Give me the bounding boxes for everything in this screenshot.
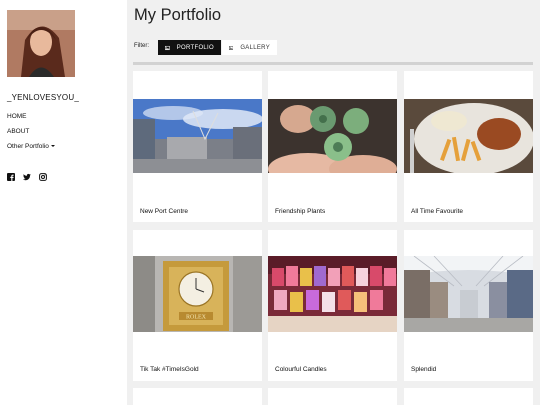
portfolio-card[interactable]: Splendid — [404, 230, 533, 381]
nav-about[interactable]: ABOUT — [7, 128, 55, 143]
filter-divider — [133, 62, 533, 65]
portfolio-card[interactable]: ROLEX Tik Tak #TimeIsGold — [133, 230, 262, 381]
nav-other-portfolio[interactable]: Other Portfolio — [7, 143, 55, 158]
facebook-icon[interactable] — [7, 168, 15, 181]
portfolio-card[interactable] — [133, 388, 262, 405]
username: _YENLOVESYOU_ — [7, 93, 79, 102]
nav-home[interactable]: HOME — [7, 113, 55, 128]
card-caption: Tik Tak #TimeIsGold — [140, 366, 199, 373]
image-icon — [165, 45, 170, 50]
card-caption: New Port Centre — [140, 208, 189, 215]
filter-gallery-label: GALLERY — [240, 44, 270, 51]
sidebar: _YENLOVESYOU_ HOME ABOUT Other Portfolio — [0, 0, 127, 405]
avatar[interactable] — [7, 10, 75, 77]
card-image — [268, 256, 397, 332]
social-links — [7, 168, 47, 181]
portfolio-card[interactable]: All Time Favourite — [404, 71, 533, 222]
portfolio-card[interactable]: Friendship Plants — [268, 71, 397, 222]
svg-text:ROLEX: ROLEX — [186, 315, 207, 321]
filter-portfolio-button[interactable]: PORTFOLIO — [158, 40, 221, 55]
instagram-icon[interactable] — [39, 168, 47, 181]
filter-gallery-button[interactable]: GALLERY — [222, 40, 277, 55]
portfolio-card[interactable]: Colourful Candles — [268, 230, 397, 381]
main-content: My Portfolio Filter: PORTFOLIO GALLERY N… — [127, 0, 540, 405]
card-image — [133, 99, 262, 173]
card-caption: Colourful Candles — [275, 366, 327, 373]
card-caption: Friendship Plants — [275, 208, 326, 215]
card-image — [404, 256, 533, 332]
image-icon — [229, 45, 234, 50]
portfolio-card[interactable]: New Port Centre — [133, 71, 262, 222]
sidebar-nav: HOME ABOUT Other Portfolio — [7, 113, 55, 158]
twitter-icon[interactable] — [23, 168, 31, 181]
portfolio-card[interactable] — [268, 388, 397, 405]
filter-label: Filter: — [134, 43, 149, 49]
page-title: My Portfolio — [134, 6, 222, 24]
card-image: ROLEX — [133, 256, 262, 332]
card-image — [404, 99, 533, 173]
card-caption: Splendid — [411, 366, 437, 373]
filter-portfolio-label: PORTFOLIO — [176, 44, 214, 51]
card-caption: All Time Favourite — [411, 208, 464, 215]
caret-down-icon — [50, 145, 55, 147]
card-image — [268, 99, 397, 173]
nav-other-label: Other Portfolio — [7, 143, 49, 150]
portfolio-card[interactable] — [404, 388, 533, 405]
